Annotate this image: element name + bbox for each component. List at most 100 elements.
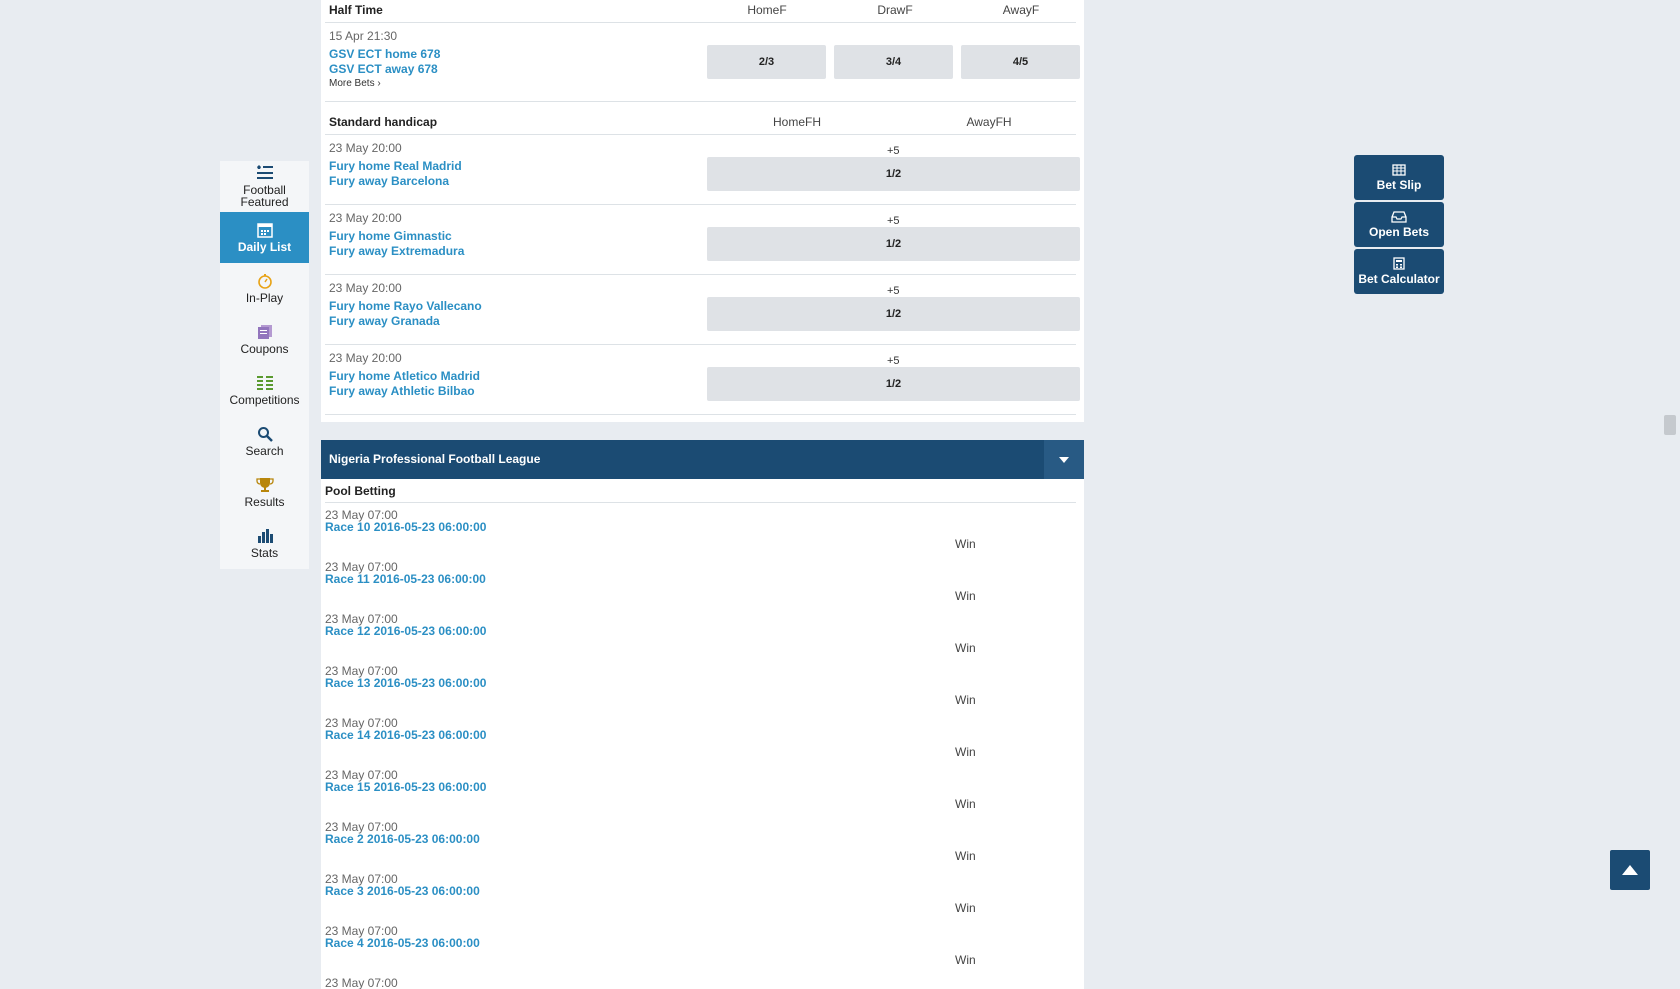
event-home-team[interactable]: GSV ECT home 678 [329, 47, 440, 61]
odds-button[interactable]: 1/2 [707, 227, 1080, 261]
half-time-header: Half Time HomeF DrawF AwayF [325, 0, 1076, 23]
race-row: 23 May 07:00 Race 11 2016-05-23 06:00:00… [325, 560, 1065, 612]
handicap-value: +5 [887, 355, 900, 367]
sidebar-item-label: Competitions [229, 393, 300, 407]
event-home-team[interactable]: Fury home Rayo Vallecano [329, 299, 482, 313]
sidebar: Football Featured Daily List In-Play Cou… [220, 161, 309, 569]
handicap-header: Standard handicap HomeFH AwayFH [325, 102, 1076, 135]
sidebar-item-label: In-Play [245, 291, 284, 305]
race-name[interactable]: Race 15 2016-05-23 06:00:00 [325, 780, 486, 794]
race-name[interactable]: Race 4 2016-05-23 06:00:00 [325, 936, 480, 950]
race-row: 23 May 07:00 Race 14 2016-05-23 06:00:00… [325, 716, 1065, 768]
event-away-team[interactable]: Fury away Granada [329, 314, 440, 328]
market-title: Half Time [329, 3, 383, 17]
race-market[interactable]: Win [955, 589, 976, 603]
odds-button[interactable]: 1/2 [707, 367, 1080, 401]
event-date: 23 May 20:00 [329, 281, 402, 295]
sidebar-item-coupons[interactable]: Coupons [220, 314, 309, 365]
race-market[interactable]: Win [955, 537, 976, 551]
race-row: 23 May 07:00 Race 4 2016-05-23 06:00:00 … [325, 924, 1065, 976]
event-date: 23 May 20:00 [329, 351, 402, 365]
collapse-toggle[interactable] [1044, 440, 1084, 479]
sidebar-item-results[interactable]: Results [220, 467, 309, 518]
bet-slip-label: Bet Slip [1376, 177, 1422, 192]
section-gap [321, 422, 1084, 440]
odds-button[interactable]: 4/5 [961, 45, 1080, 79]
coupons-icon [257, 325, 272, 339]
handicap-value: +5 [887, 285, 900, 297]
event-home-team[interactable]: Fury home Atletico Madrid [329, 369, 480, 383]
market-title: Pool Betting [325, 484, 396, 498]
race-market[interactable]: Win [955, 641, 976, 655]
sidebar-item-label: Coupons [240, 342, 289, 356]
odds-button[interactable]: 1/2 [707, 157, 1080, 191]
odds-button[interactable]: 1/2 [707, 297, 1080, 331]
event-home-team[interactable]: Fury home Real Madrid [329, 159, 462, 173]
event-row: 15 Apr 21:30 GSV ECT home 678 GSV ECT aw… [325, 23, 1080, 102]
odds-button[interactable]: 2/3 [707, 45, 826, 79]
race-market[interactable]: Win [955, 901, 976, 915]
event-date: 23 May 20:00 [329, 211, 402, 225]
race-row: 23 May 07:00 Race 13 2016-05-23 06:00:00… [325, 664, 1065, 716]
event-away-team[interactable]: GSV ECT away 678 [329, 62, 438, 76]
race-market[interactable]: Win [955, 745, 976, 759]
race-name[interactable]: Race 14 2016-05-23 06:00:00 [325, 728, 486, 742]
sidebar-item-search[interactable]: Search [220, 416, 309, 467]
event-date: 15 Apr 21:30 [329, 29, 398, 43]
odds-button[interactable]: 3/4 [834, 45, 953, 79]
bet-slip-icon [1392, 163, 1406, 176]
event-row: 23 May 20:00 Fury home Rayo Vallecano Fu… [325, 275, 1080, 345]
more-bets-link[interactable]: More Bets › [329, 78, 381, 89]
column-header: HomeF [747, 3, 787, 17]
pool-betting-section: Pool Betting 23 May 07:00 Race 10 2016-0… [321, 479, 1084, 989]
race-row: 23 May 07:00 Race 3 2016-05-23 06:00:00 … [325, 872, 1065, 924]
sidebar-item-football-featured[interactable]: Football Featured [220, 161, 309, 212]
race-name[interactable]: Race 12 2016-05-23 06:00:00 [325, 624, 486, 638]
event-away-team[interactable]: Fury away Barcelona [329, 174, 449, 188]
scrollbar-thumb[interactable] [1664, 415, 1676, 435]
sidebar-item-label: Football Featured [240, 183, 289, 209]
sidebar-item-competitions[interactable]: Competitions [220, 365, 309, 416]
column-header: AwayFH [966, 115, 1012, 129]
calculator-icon [1393, 257, 1405, 270]
race-row: 23 May 07:00 Race 10 2016-05-23 06:00:00… [325, 508, 1065, 560]
arrow-up-icon [1622, 865, 1638, 875]
column-header: HomeFH [772, 115, 821, 129]
race-name[interactable]: Race 2 2016-05-23 06:00:00 [325, 832, 480, 846]
race-market[interactable]: Win [955, 797, 976, 811]
event-away-team[interactable]: Fury away Extremadura [329, 244, 464, 258]
league-name: Nigeria Professional Football League [329, 452, 541, 466]
race-name[interactable]: Race 11 2016-05-23 06:00:00 [325, 572, 486, 586]
sidebar-item-daily-list[interactable]: Daily List [220, 212, 309, 263]
race-date: 23 May 07:00 [325, 976, 398, 989]
race-name[interactable]: Race 13 2016-05-23 06:00:00 [325, 676, 486, 690]
race-name[interactable]: Race 3 2016-05-23 06:00:00 [325, 884, 480, 898]
search-icon [257, 427, 273, 442]
race-market[interactable]: Win [955, 849, 976, 863]
scroll-to-top-button[interactable] [1610, 850, 1650, 890]
sidebar-item-label: Results [244, 495, 285, 509]
bar-chart-icon [257, 529, 273, 543]
sidebar-item-in-play[interactable]: In-Play [220, 263, 309, 314]
league-header[interactable]: Nigeria Professional Football League [321, 440, 1084, 479]
sidebar-item-stats[interactable]: Stats [220, 518, 309, 569]
bet-slip-button[interactable]: Bet Slip [1354, 155, 1444, 200]
event-home-team[interactable]: Fury home Gimnastic [329, 229, 452, 243]
handicap-value: +5 [887, 145, 900, 157]
column-header: AwayF [1002, 3, 1040, 17]
race-row: 23 May 07:00 Race 12 2016-05-23 06:00:00… [325, 612, 1065, 664]
race-market[interactable]: Win [955, 693, 976, 707]
event-away-team[interactable]: Fury away Athletic Bilbao [329, 384, 475, 398]
sidebar-item-label: Search [245, 444, 284, 458]
race-market[interactable]: Win [955, 953, 976, 967]
race-row: 23 May 07:00 Race 2 2016-05-23 06:00:00 … [325, 820, 1065, 872]
race-row: 23 May 07:00 [325, 976, 1065, 989]
more-bets-label: More Bets [329, 78, 375, 89]
event-date: 23 May 20:00 [329, 141, 402, 155]
bet-calculator-button[interactable]: Bet Calculator [1354, 249, 1444, 294]
handicap-value: +5 [887, 215, 900, 227]
race-name[interactable]: Race 10 2016-05-23 06:00:00 [325, 520, 486, 534]
open-bets-button[interactable]: Open Bets [1354, 202, 1444, 247]
divider [325, 502, 1076, 503]
market-title: Standard handicap [329, 115, 438, 129]
